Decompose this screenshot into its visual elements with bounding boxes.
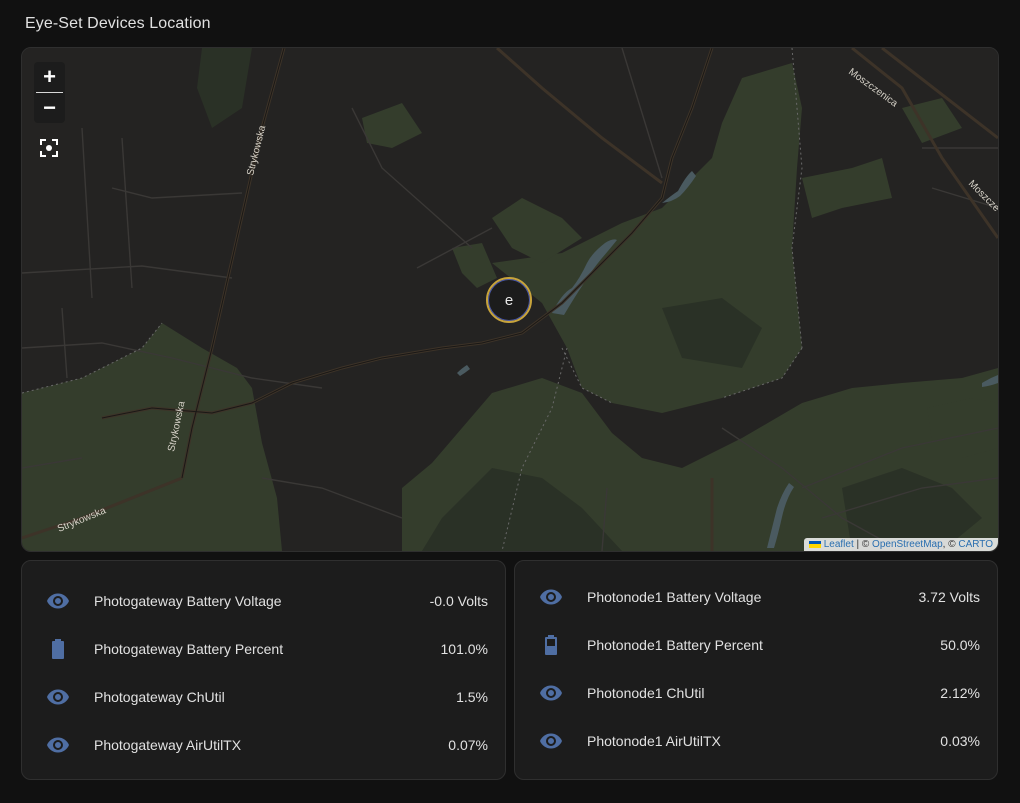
entity-row[interactable]: Photonode1 Battery Percent 50.0%	[515, 621, 997, 669]
node-entities-card: Photonode1 Battery Voltage 3.72 Volts Ph…	[514, 560, 998, 780]
device-marker-label: e	[504, 291, 514, 309]
entity-name: Photogateway AirUtilTX	[94, 737, 242, 753]
eye-icon	[46, 685, 70, 709]
entity-row[interactable]: Photonode1 Battery Voltage 3.72 Volts	[515, 573, 997, 621]
device-marker[interactable]: e	[486, 277, 532, 323]
entity-row[interactable]: Photonode1 AirUtilTX 0.03%	[515, 717, 997, 765]
openstreetmap-link[interactable]: OpenStreetMap	[872, 539, 943, 550]
entity-name: Photonode1 Battery Percent	[587, 637, 763, 653]
entity-row[interactable]: Photonode1 ChUtil 2.12%	[515, 669, 997, 717]
zoom-control: + −	[34, 62, 65, 123]
zoom-out-button[interactable]: −	[34, 93, 65, 123]
entity-value: 101.0%	[440, 641, 488, 657]
map-attribution: Leaflet | © OpenStreetMap, © CARTO	[803, 538, 998, 551]
eye-icon	[539, 585, 563, 609]
entity-name: Photonode1 Battery Voltage	[587, 589, 762, 605]
eye-icon	[539, 729, 563, 753]
entity-name: Photonode1 ChUtil	[587, 685, 705, 701]
entity-name: Photogateway Battery Voltage	[94, 593, 282, 609]
gateway-entities-card: Photogateway Battery Voltage -0.0 Volts …	[21, 560, 506, 780]
entity-value: 50.0%	[940, 637, 980, 653]
battery-full-icon	[46, 637, 70, 661]
entity-value: 0.03%	[940, 733, 980, 749]
entity-value: 1.5%	[456, 689, 488, 705]
battery-half-icon	[539, 633, 563, 657]
map-card[interactable]: Strykowska Strykowska Strykowska Moszcze…	[21, 47, 999, 552]
entity-name: Photogateway Battery Percent	[94, 641, 284, 657]
leaflet-link[interactable]: Leaflet	[824, 539, 854, 550]
entity-row[interactable]: Photogateway ChUtil 1.5%	[22, 673, 505, 721]
entity-row[interactable]: Photogateway AirUtilTX 0.07%	[22, 721, 505, 769]
attribution-separator: , ©	[942, 539, 959, 550]
carto-link[interactable]: CARTO	[958, 539, 993, 550]
entity-value: -0.0 Volts	[429, 593, 488, 609]
entity-name: Photonode1 AirUtilTX	[587, 733, 721, 749]
zoom-in-button[interactable]: +	[34, 62, 65, 92]
attribution-separator: | ©	[853, 539, 873, 550]
eye-icon	[46, 733, 70, 757]
entity-row[interactable]: Photogateway Battery Percent 101.0%	[22, 625, 505, 673]
entity-value: 3.72 Volts	[918, 589, 981, 605]
entity-value: 0.07%	[448, 737, 488, 753]
eye-icon	[539, 681, 563, 705]
card-title: Eye-Set Devices Location	[25, 15, 211, 32]
entity-name: Photogateway ChUtil	[94, 689, 225, 705]
recenter-icon[interactable]	[39, 138, 59, 158]
ukraine-flag-icon	[808, 540, 821, 548]
entity-row[interactable]: Photogateway Battery Voltage -0.0 Volts	[22, 577, 505, 625]
eye-icon	[46, 589, 70, 613]
entity-value: 2.12%	[940, 685, 980, 701]
